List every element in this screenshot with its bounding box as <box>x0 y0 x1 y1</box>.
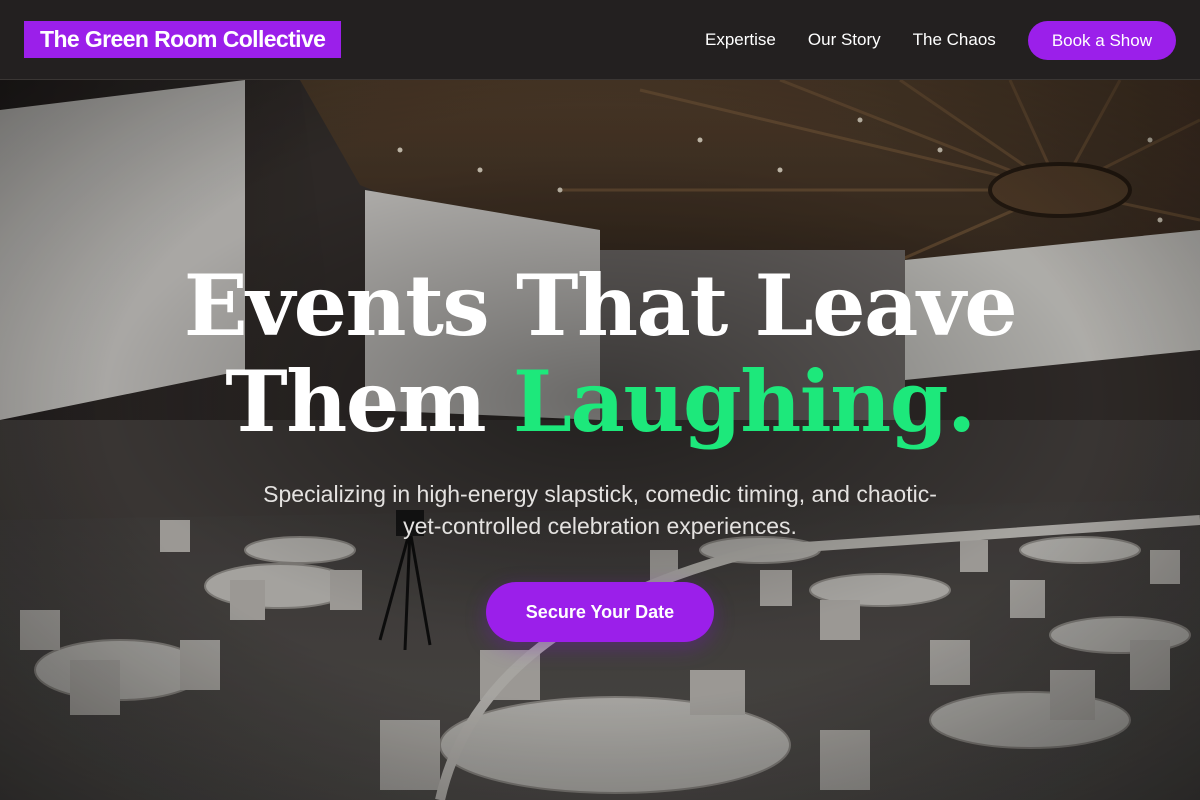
nav-link-our-story[interactable]: Our Story <box>808 30 881 50</box>
hero-subtitle: Specializing in high-energy slapstick, c… <box>263 481 937 539</box>
site-logo[interactable]: The Green Room Collective <box>24 21 342 58</box>
nav-link-the-chaos[interactable]: The Chaos <box>913 30 996 50</box>
site-header: The Green Room Collective Expertise Our … <box>0 0 1200 80</box>
main-nav: Expertise Our Story The Chaos Book a Sho… <box>705 0 1176 80</box>
hero-headline: Events That Leave Them Laughing. <box>0 258 1200 450</box>
hero-headline-line1: Events That Leave <box>183 256 1018 355</box>
hero-content: Events That Leave Them Laughing. Special… <box>0 258 1200 642</box>
hero-headline-accent: Laughing. <box>512 352 976 451</box>
hero-headline-line2: Them <box>225 352 513 451</box>
nav-link-expertise[interactable]: Expertise <box>705 30 776 50</box>
book-a-show-button[interactable]: Book a Show <box>1027 20 1176 60</box>
secure-your-date-button[interactable]: Secure Your Date <box>485 582 715 642</box>
hero-section: Events That Leave Them Laughing. Special… <box>0 80 1200 800</box>
